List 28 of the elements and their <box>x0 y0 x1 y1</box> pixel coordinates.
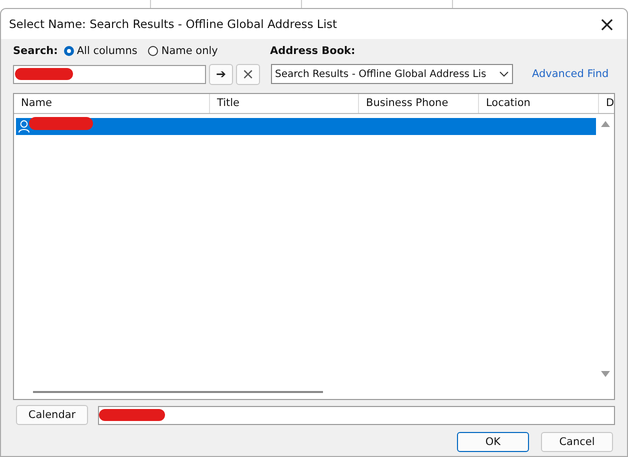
close-button[interactable]: × <box>587 9 627 39</box>
column-header[interactable]: Title <box>210 94 359 113</box>
person-icon <box>18 120 30 133</box>
column-header[interactable]: Business Phone <box>359 94 479 113</box>
search-mode-radio[interactable]: All columns <box>64 45 138 57</box>
address-book-dropdown[interactable]: Search Results - Offline Global Address Lis <box>271 64 513 84</box>
calendar-button[interactable]: Calendar <box>16 405 88 425</box>
dialog-button[interactable]: OK <box>457 432 529 452</box>
redaction-mark <box>99 409 165 421</box>
dialog-button[interactable]: Cancel <box>541 432 613 452</box>
address-book-label: Address Book: <box>270 45 356 57</box>
search-label: Search: <box>13 45 58 57</box>
advanced-find-link[interactable]: Advanced Find <box>532 68 609 80</box>
column-header[interactable]: D <box>599 94 614 113</box>
window-title: Select Name: Search Results - Offline Global Address List <box>9 17 338 31</box>
redaction-mark <box>15 68 73 80</box>
search-mode-radio[interactable]: Name only <box>148 45 218 57</box>
horizontal-scrollbar[interactable] <box>33 391 323 393</box>
column-header[interactable]: Name <box>14 94 210 113</box>
attendee-field[interactable] <box>98 406 615 424</box>
chevron-down-icon[interactable] <box>499 71 509 77</box>
search-field[interactable] <box>13 64 206 84</box>
scroll-down-icon[interactable] <box>600 371 610 377</box>
clear-button[interactable]: × <box>236 64 260 84</box>
redaction-mark <box>29 117 93 130</box>
scroll-up-icon[interactable] <box>600 121 610 127</box>
go-button[interactable]: ➔ <box>209 64 233 84</box>
column-header[interactable]: Location <box>479 94 599 113</box>
